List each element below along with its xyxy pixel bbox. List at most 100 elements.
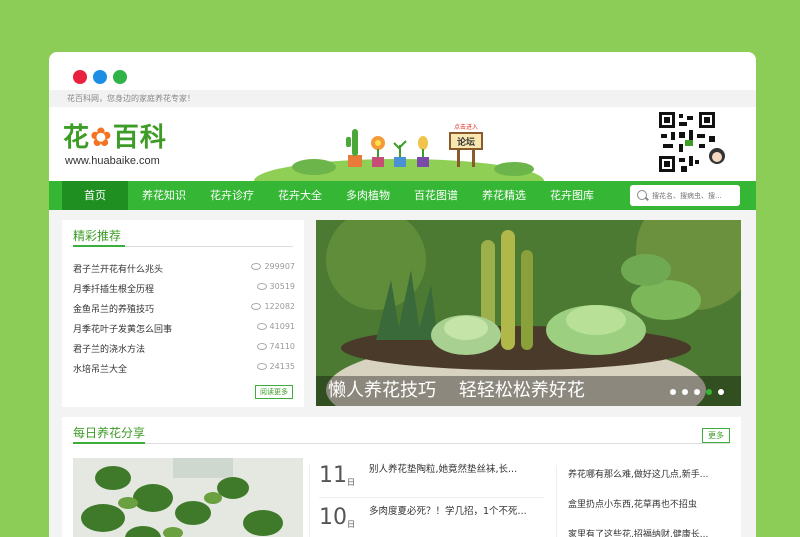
view-count-value: 24135 bbox=[269, 362, 295, 371]
logo-brand-part2: 百科 bbox=[112, 123, 167, 153]
view-count-value: 122082 bbox=[264, 302, 295, 311]
recommend-item[interactable]: 月季花叶子发黄怎么回事 41091 bbox=[73, 322, 295, 338]
forum-sign-hint: 点击进入 bbox=[454, 123, 478, 131]
site-slogan-bar: 花百科网，您身边的家庭养花专家！ bbox=[49, 90, 756, 107]
banner-bush-left bbox=[292, 159, 336, 175]
maximize-window-button[interactable] bbox=[113, 70, 127, 84]
eye-icon bbox=[256, 363, 267, 370]
view-count: 41091 bbox=[256, 322, 295, 331]
recommend-item-title[interactable]: 君子兰的浇水方法 bbox=[73, 342, 145, 355]
nav-item-knowledge[interactable]: 养花知识 bbox=[131, 181, 197, 210]
site-logo[interactable]: 花✿百科 www.huabaike.com bbox=[63, 117, 183, 171]
slider-dot[interactable] bbox=[682, 389, 688, 395]
logo-text: 花✿百科 bbox=[63, 117, 167, 154]
logo-flower-icon: ✿ bbox=[90, 123, 113, 153]
view-count: 24135 bbox=[256, 362, 295, 371]
search-box[interactable] bbox=[630, 185, 740, 206]
eye-icon bbox=[256, 283, 267, 290]
close-window-button[interactable] bbox=[73, 70, 87, 84]
article-title[interactable]: 多肉度夏必死？！学几招，1个不死... bbox=[369, 505, 529, 519]
recommend-item[interactable]: 水培吊兰大全 24135 bbox=[73, 362, 295, 378]
sprout-pot-icon bbox=[393, 140, 407, 167]
slider-dot-active[interactable] bbox=[706, 389, 712, 395]
recommend-item-title[interactable]: 月季扦插生根全历程 bbox=[73, 282, 154, 295]
nav-item-featured[interactable]: 养花精选 bbox=[471, 181, 537, 210]
slider-dot[interactable] bbox=[670, 389, 676, 395]
more-button[interactable]: 更多 bbox=[702, 428, 730, 443]
flower-pot-icon bbox=[371, 136, 385, 167]
recommend-item[interactable]: 月季扦插生根全历程 30519 bbox=[73, 282, 295, 298]
article-day-unit: 日 bbox=[347, 520, 355, 529]
eye-icon bbox=[251, 263, 262, 270]
minimize-window-button[interactable] bbox=[93, 70, 107, 84]
forum-sign[interactable]: 点击进入 论坛 bbox=[449, 123, 483, 167]
eye-icon bbox=[256, 343, 267, 350]
eye-icon bbox=[256, 323, 267, 330]
view-count-value: 41091 bbox=[269, 322, 295, 331]
slider-dot[interactable] bbox=[694, 389, 700, 395]
view-count: 30519 bbox=[256, 282, 295, 291]
view-count: 299907 bbox=[251, 262, 295, 271]
article-day-unit: 日 bbox=[347, 478, 355, 487]
site-header: 花✿百科 www.huabaike.com 点击进入 论坛 bbox=[49, 107, 756, 181]
recommend-divider-accent bbox=[73, 245, 125, 247]
slider-caption-bar: 懒人养花技巧 轻轻松松养好花 bbox=[316, 376, 741, 406]
view-count: 74110 bbox=[256, 342, 295, 351]
recommend-item-title[interactable]: 君子兰开花有什么兆头 bbox=[73, 262, 163, 275]
nav-item-gallery[interactable]: 花卉图库 bbox=[539, 181, 605, 210]
forum-banner-illustration[interactable]: 点击进入 论坛 bbox=[254, 117, 544, 181]
daily-share-divider-accent bbox=[73, 442, 145, 444]
share-column-separator bbox=[309, 465, 310, 537]
main-nav: 首页 养花知识 花卉诊疗 花卉大全 多肉植物 百花图谱 养花精选 花卉图库 bbox=[49, 181, 756, 210]
forum-sign-label: 论坛 bbox=[457, 136, 475, 148]
view-count-value: 30519 bbox=[269, 282, 295, 291]
nav-item-encyclopedia[interactable]: 花卉大全 bbox=[267, 181, 333, 210]
nav-item-flower-atlas[interactable]: 百花图谱 bbox=[403, 181, 469, 210]
pothos-plant-image bbox=[73, 458, 303, 537]
recommend-item[interactable]: 君子兰的浇水方法 74110 bbox=[73, 342, 295, 358]
pothos-photo[interactable] bbox=[73, 458, 303, 537]
view-count: 122082 bbox=[251, 302, 295, 311]
daily-share-divider bbox=[73, 443, 730, 444]
logo-brand-part1: 花 bbox=[63, 123, 91, 153]
daily-share-title: 每日养花分享 bbox=[73, 426, 146, 440]
recommend-item-title[interactable]: 水培吊兰大全 bbox=[73, 362, 127, 375]
search-input[interactable] bbox=[652, 187, 736, 204]
eye-icon bbox=[251, 303, 262, 310]
tulip-pot-icon bbox=[417, 136, 429, 167]
recommend-item-title[interactable]: 月季花叶子发黄怎么回事 bbox=[73, 322, 172, 335]
article-day: 11 bbox=[319, 463, 347, 488]
share-column-separator bbox=[556, 465, 557, 537]
share-list-item[interactable]: 家里有了这些花,招福纳财,健康长... bbox=[568, 527, 730, 537]
qr-code-icon bbox=[659, 112, 725, 174]
daily-article[interactable]: 10 日 多肉度夏必死？！学几招，1个不死... bbox=[319, 505, 539, 537]
recommend-panel: 精彩推荐 君子兰开花有什么兆头 299907 月季扦插生根全历程 30519 金… bbox=[62, 220, 304, 407]
recommend-item-title[interactable]: 金鱼吊兰的养殖技巧 bbox=[73, 302, 154, 315]
slider-caption: 懒人养花技巧 轻轻松松养好花 bbox=[328, 380, 585, 401]
share-list-item[interactable]: 养花哪有那么难,做好这几点,新手... bbox=[568, 467, 730, 480]
article-divider bbox=[319, 497, 544, 498]
slider-dot[interactable] bbox=[718, 389, 724, 395]
article-day: 10 bbox=[319, 505, 347, 530]
search-icon[interactable] bbox=[637, 190, 647, 200]
article-title[interactable]: 别人养花垫陶粒,她竟然垫丝袜,长... bbox=[369, 463, 529, 477]
daily-share-panel: 每日养花分享 更多 11 日 别人养花垫陶粒,她竟然垫丝袜,长... 10 日 … bbox=[62, 417, 741, 537]
cactus-pot-icon bbox=[346, 129, 362, 167]
view-count-value: 74110 bbox=[269, 342, 295, 351]
recommend-item[interactable]: 金鱼吊兰的养殖技巧 122082 bbox=[73, 302, 295, 318]
featured-slider[interactable]: 懒人养花技巧 轻轻松松养好花 bbox=[316, 220, 741, 406]
view-count-value: 299907 bbox=[264, 262, 295, 271]
recommend-title: 精彩推荐 bbox=[73, 229, 122, 243]
nav-item-home[interactable]: 首页 bbox=[62, 181, 128, 210]
main-content: 精彩推荐 君子兰开花有什么兆头 299907 月季扦插生根全历程 30519 金… bbox=[49, 210, 756, 537]
browser-window: 花百科网，您身边的家庭养花专家！ 花✿百科 www.huabaike.com 点… bbox=[49, 52, 756, 537]
share-list-item[interactable]: 盒里扔点小东西,花草再也不招虫 bbox=[568, 497, 730, 510]
banner-bush-right bbox=[494, 162, 534, 176]
read-more-button[interactable]: 阅读更多 bbox=[255, 385, 293, 399]
logo-url: www.huabaike.com bbox=[65, 155, 160, 167]
nav-item-succulents[interactable]: 多肉植物 bbox=[335, 181, 401, 210]
title-bar bbox=[49, 52, 756, 90]
recommend-item[interactable]: 君子兰开花有什么兆头 299907 bbox=[73, 262, 295, 278]
nav-item-diagnosis[interactable]: 花卉诊疗 bbox=[199, 181, 265, 210]
site-slogan: 花百科网，您身边的家庭养花专家！ bbox=[67, 94, 195, 103]
